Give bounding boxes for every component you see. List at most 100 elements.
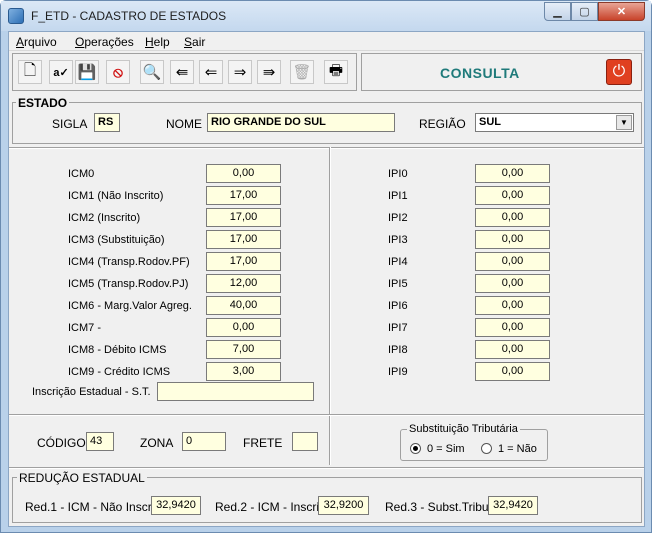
- ipi-field[interactable]: 0,00: [475, 296, 550, 315]
- estado-group-title: ESTADO: [16, 96, 70, 110]
- cancel-icon[interactable]: ⦸: [106, 60, 130, 84]
- power-icon[interactable]: ⏻: [606, 59, 632, 85]
- icm-label: ICM4 (Transp.Rodov.PF): [68, 256, 190, 268]
- mode-panel: CONSULTA ⏻: [361, 53, 642, 91]
- menu-operacoes[interactable]: Operações: [75, 35, 134, 49]
- ipi-label: IPI9: [388, 366, 408, 378]
- column-divider: [329, 147, 331, 465]
- codigo-label: CÓDIGO: [37, 436, 86, 450]
- icm-field[interactable]: 0,00: [206, 164, 281, 183]
- last-record-icon[interactable]: ⇛: [257, 60, 281, 84]
- menu-sair[interactable]: Sair: [184, 35, 205, 49]
- codigo-field[interactable]: 43: [86, 432, 114, 451]
- divider: [9, 467, 644, 469]
- ipi-label: IPI1: [388, 190, 408, 202]
- first-record-icon[interactable]: ⇚: [170, 60, 194, 84]
- ipi-label: IPI0: [388, 168, 408, 180]
- substituicao-title: Substituição Tributária: [407, 423, 520, 435]
- radio-sim[interactable]: [410, 443, 421, 454]
- ipi-label: IPI8: [388, 344, 408, 356]
- chevron-down-icon[interactable]: ▼: [616, 115, 632, 130]
- previous-record-icon[interactable]: ⇐: [199, 60, 223, 84]
- icm-field[interactable]: 0,00: [206, 318, 281, 337]
- radio-nao-label[interactable]: 1 = Não: [498, 443, 537, 455]
- inscricao-field[interactable]: [157, 382, 314, 401]
- nome-field[interactable]: RIO GRANDE DO SUL: [207, 113, 395, 132]
- icm-label: ICM3 (Substituição): [68, 234, 165, 246]
- nome-label: NOME: [166, 117, 202, 131]
- title-bar[interactable]: F_ETD - CADASTRO DE ESTADOS ▁ ▢ ✕: [1, 1, 651, 31]
- icm-field[interactable]: 40,00: [206, 296, 281, 315]
- menu-arquivo[interactable]: Arquivo: [16, 35, 57, 49]
- regiao-select[interactable]: SUL: [475, 113, 634, 132]
- ipi-field[interactable]: 0,00: [475, 362, 550, 381]
- ipi-field[interactable]: 0,00: [475, 318, 550, 337]
- application-window: F_ETD - CADASTRO DE ESTADOS ▁ ▢ ✕ Arquiv…: [0, 0, 652, 533]
- spell-check-icon[interactable]: a✓: [49, 60, 73, 84]
- ipi-field[interactable]: 0,00: [475, 186, 550, 205]
- red2-field[interactable]: 32,9200: [318, 496, 369, 515]
- icm-label: ICM8 - Débito ICMS: [68, 344, 167, 356]
- red3-label: Red.3 - Subst.Tribut.: [385, 500, 496, 514]
- save-icon[interactable]: 💾: [75, 60, 99, 84]
- menu-help[interactable]: Help: [145, 35, 170, 49]
- mode-label: CONSULTA: [440, 65, 520, 81]
- new-document-icon[interactable]: 🗋: [18, 60, 42, 84]
- icm-field[interactable]: 17,00: [206, 186, 281, 205]
- ipi-field[interactable]: 0,00: [475, 252, 550, 271]
- red1-label: Red.1 - ICM - Não Inscrito: [25, 500, 165, 514]
- red3-field[interactable]: 32,9420: [488, 496, 538, 515]
- next-record-icon[interactable]: ⇒: [228, 60, 252, 84]
- ipi-label: IPI4: [388, 256, 408, 268]
- ipi-field[interactable]: 0,00: [475, 230, 550, 249]
- ipi-label: IPI6: [388, 300, 408, 312]
- window-title: F_ETD - CADASTRO DE ESTADOS: [31, 9, 227, 23]
- icm-field[interactable]: 17,00: [206, 230, 281, 249]
- sigla-label: SIGLA: [52, 117, 88, 131]
- print-icon[interactable]: 🖶: [324, 60, 348, 84]
- red1-field[interactable]: 32,9420: [151, 496, 201, 515]
- icm-field[interactable]: 7,00: [206, 340, 281, 359]
- icm-label: ICM6 - Marg.Valor Agreg.: [68, 300, 192, 312]
- app-icon: [8, 8, 24, 24]
- ipi-field[interactable]: 0,00: [475, 340, 550, 359]
- client-area: Arquivo Operações Help Sair 🗋 a✓ 💾 ⦸ 🔍 ⇚…: [8, 31, 645, 527]
- icm-label: ICM0: [68, 168, 95, 180]
- ipi-field[interactable]: 0,00: [475, 164, 550, 183]
- menu-bar: Arquivo Operações Help Sair: [9, 32, 644, 51]
- icm-label: ICM7 -: [68, 322, 101, 334]
- toolbar: 🗋 a✓ 💾 ⦸ 🔍 ⇚ ⇐ ⇒ ⇛ 🗑 🖶: [12, 53, 357, 91]
- divider: [9, 414, 331, 416]
- radio-sim-label[interactable]: 0 = Sim: [427, 443, 465, 455]
- icm-label: ICM2 (Inscrito): [68, 212, 141, 224]
- icm-field[interactable]: 17,00: [206, 208, 281, 227]
- search-icon[interactable]: 🔍: [140, 60, 164, 84]
- maximize-button[interactable]: ▢: [571, 2, 598, 21]
- ipi-label: IPI3: [388, 234, 408, 246]
- ipi-field[interactable]: 0,00: [475, 274, 550, 293]
- frete-field[interactable]: [292, 432, 318, 451]
- ipi-label: IPI2: [388, 212, 408, 224]
- divider: [9, 147, 644, 149]
- zona-field[interactable]: 0: [182, 432, 226, 451]
- ipi-label: IPI5: [388, 278, 408, 290]
- reducao-title: REDUÇÃO ESTADUAL: [17, 471, 147, 485]
- inscricao-label: Inscrição Estadual - S.T.: [32, 386, 151, 398]
- delete-icon[interactable]: 🗑: [290, 60, 314, 84]
- radio-nao[interactable]: [481, 443, 492, 454]
- red2-label: Red.2 - ICM - Inscrito: [215, 500, 330, 514]
- icm-field[interactable]: 12,00: [206, 274, 281, 293]
- divider: [331, 414, 644, 416]
- sigla-field[interactable]: RS: [94, 113, 120, 132]
- minimize-button[interactable]: ▁: [544, 2, 571, 21]
- icm-label: ICM1 (Não Inscrito): [68, 190, 164, 202]
- icm-field[interactable]: 17,00: [206, 252, 281, 271]
- regiao-label: REGIÃO: [419, 117, 466, 131]
- close-button[interactable]: ✕: [598, 2, 645, 21]
- ipi-field[interactable]: 0,00: [475, 208, 550, 227]
- zona-label: ZONA: [140, 436, 174, 450]
- icm-field[interactable]: 3,00: [206, 362, 281, 381]
- icm-label: ICM5 (Transp.Rodov.PJ): [68, 278, 189, 290]
- frete-label: FRETE: [243, 436, 283, 450]
- ipi-label: IPI7: [388, 322, 408, 334]
